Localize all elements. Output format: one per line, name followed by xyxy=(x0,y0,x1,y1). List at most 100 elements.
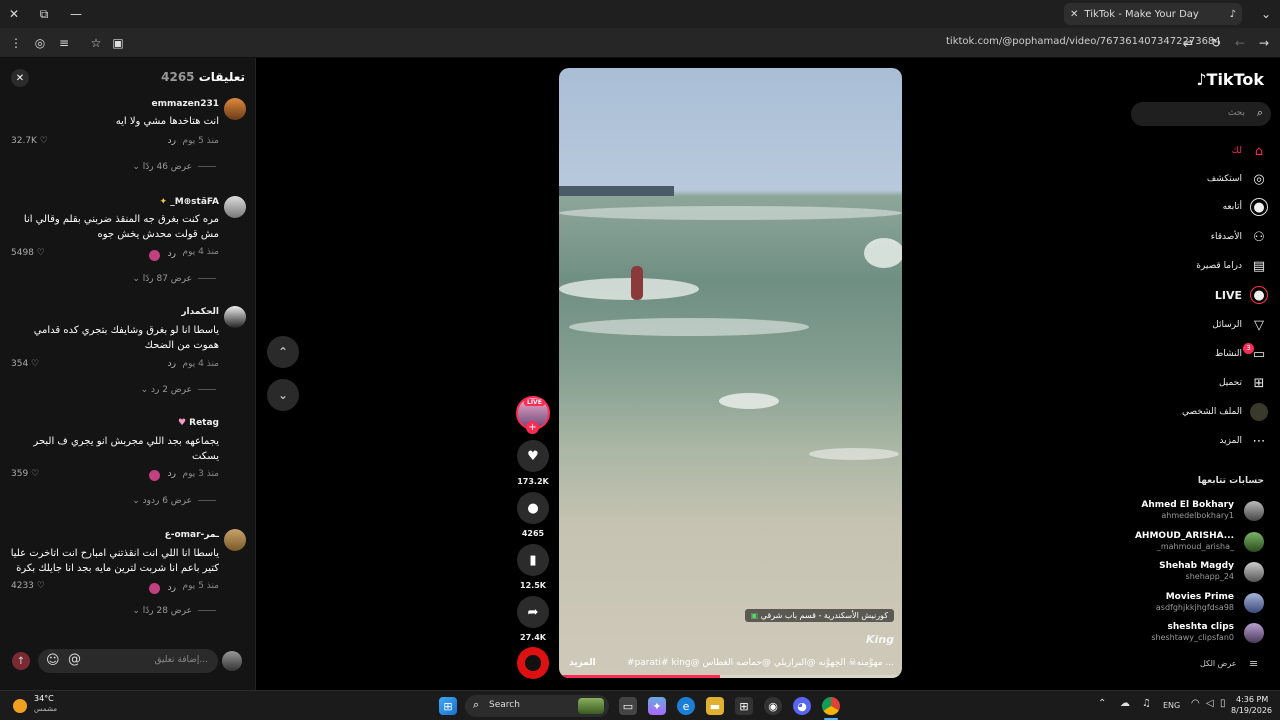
swimmer-figure xyxy=(631,266,643,300)
sidebar-item-more[interactable]: ⋯ المزيد xyxy=(1219,432,1268,450)
tray-chevron-icon[interactable]: ⌃ xyxy=(1098,698,1106,709)
microphone-icon[interactable]: ♫ xyxy=(1142,698,1151,709)
forward-icon[interactable]: ← xyxy=(1230,33,1250,53)
next-video-button[interactable]: ⌄ xyxy=(267,379,299,411)
reply-button[interactable]: رد xyxy=(168,469,176,479)
start-menu-icon[interactable]: ⊞ xyxy=(439,697,457,715)
location-tag[interactable]: ▣ كورنيش الأسكندرية - قسم باب شرقي xyxy=(744,609,894,622)
sidebar-item-upload[interactable]: ⊞ تحميل xyxy=(1219,374,1268,392)
comment-like-button[interactable]: 5498 ♡ xyxy=(11,248,45,258)
restore-window-icon[interactable]: ⧉ xyxy=(34,4,54,24)
back-icon[interactable]: → xyxy=(1254,33,1274,53)
menu-kebab-icon[interactable]: ⋮ xyxy=(6,33,26,53)
view-replies-link[interactable]: ⌄ عرض 46 ردًا xyxy=(132,162,216,172)
edge-browser-icon[interactable]: e xyxy=(677,697,695,715)
sidebar-item-explore[interactable]: ◎ استكشف xyxy=(1207,170,1268,188)
reply-button[interactable]: رد xyxy=(168,136,176,146)
discord-icon[interactable]: ◕ xyxy=(793,697,811,715)
comment-like-button[interactable]: 32.7K ♡ xyxy=(11,136,48,146)
bookmark-star-icon[interactable]: ☆ xyxy=(86,33,106,53)
video-progress-track[interactable] xyxy=(559,675,902,678)
reply-button[interactable]: رد xyxy=(168,249,176,259)
volume-icon[interactable]: ◁ xyxy=(1206,698,1214,709)
sidebar-item-activity[interactable]: ▭ النشاط xyxy=(1215,345,1268,363)
follow-plus-icon[interactable]: + xyxy=(526,421,539,434)
comment-like-button[interactable]: 4233 ♡ xyxy=(11,581,45,591)
copilot-icon[interactable]: ✦ xyxy=(648,697,666,715)
tab-close-icon[interactable]: ✕ xyxy=(1070,9,1078,20)
post-comment-button[interactable]: ↑ xyxy=(12,652,30,670)
tab-list-icon[interactable]: ⌄ xyxy=(1256,4,1276,24)
comment-avatar[interactable] xyxy=(224,98,246,120)
comment-username[interactable]: ✦ _M⊕stăFA xyxy=(160,197,220,207)
comment-like-button[interactable]: 354 ♡ xyxy=(11,359,39,369)
sound-disc-icon[interactable] xyxy=(517,647,549,679)
cloud-icon[interactable]: ☁ xyxy=(1120,698,1130,709)
browser-tab[interactable]: ✕ TikTok - Make Your Day ♪ xyxy=(1064,3,1242,25)
video-player[interactable]: ▣ كورنيش الأسكندرية - قسم باب شرقي King … xyxy=(559,68,902,678)
followed-account[interactable]: Shehab Magdy shehapp_24 xyxy=(1114,561,1264,585)
chrome-browser-icon[interactable] xyxy=(822,697,840,715)
view-replies-label: عرض 87 ردًا xyxy=(142,274,192,284)
tiktok-logo[interactable]: ♪TikTok xyxy=(1196,70,1264,89)
search-input[interactable]: ⌕ بحث xyxy=(1131,102,1271,126)
close-comments-icon[interactable]: ✕ xyxy=(11,69,29,87)
followed-account[interactable]: AHMOUD_ARISHA... _mahmoud_arisha_ xyxy=(1114,530,1264,554)
profile-icon[interactable]: ◎ xyxy=(30,33,50,53)
task-view-icon[interactable]: ▭ xyxy=(619,697,637,715)
clock-time[interactable]: 4:36 PM xyxy=(1236,695,1268,704)
previous-video-button[interactable]: ⌃ xyxy=(267,336,299,368)
list-icon[interactable]: ≡ xyxy=(1249,657,1258,670)
extension-icon[interactable]: ▣ xyxy=(108,33,128,53)
sidebar-item-profile[interactable]: الملف الشخصي xyxy=(1182,403,1268,421)
sidebar-item-messages[interactable]: ▽ الرسائل xyxy=(1212,316,1268,334)
sidebar-item-following[interactable]: ● أتابعه xyxy=(1223,198,1268,216)
battery-icon[interactable]: ▯ xyxy=(1220,698,1226,709)
sidebar-item-foryou[interactable]: ⌂ لك xyxy=(1232,142,1268,160)
like-button[interactable]: ♥ xyxy=(517,440,549,472)
save-button[interactable]: ▮ xyxy=(517,544,549,576)
followed-account[interactable]: Movies Prime asdfghjkkjhgfdsa98 xyxy=(1114,592,1264,616)
mention-icon[interactable]: @ xyxy=(68,652,81,667)
comment-user-emoji: ♥ xyxy=(177,418,190,428)
view-replies-link[interactable]: ⌄ عرض 28 ردًا xyxy=(132,606,216,616)
comment-username[interactable]: ♥ Retag xyxy=(178,418,219,428)
close-window-icon[interactable]: ✕ xyxy=(4,4,24,24)
sun-weather-icon[interactable] xyxy=(13,699,27,713)
reply-button[interactable]: رد xyxy=(168,359,176,369)
sidebar-item-live[interactable]: ● LIVE xyxy=(1215,286,1268,304)
view-replies-link[interactable]: ⌄ عرض 87 ردًا xyxy=(132,274,216,284)
taskbar-search[interactable]: ⌕ Search xyxy=(465,695,609,717)
emoji-icon[interactable]: ☺ xyxy=(46,653,60,668)
sidebar-item-friends[interactable]: ⚇ الأصدقاء xyxy=(1211,228,1268,246)
clock-date[interactable]: 8/19/2026 xyxy=(1231,706,1272,715)
see-all-link[interactable]: عرض الكل xyxy=(1200,659,1237,668)
comment-username[interactable]: emmazen231 xyxy=(152,99,219,109)
input-language[interactable]: ENG xyxy=(1163,701,1180,710)
comments-button[interactable]: ● xyxy=(517,492,549,524)
view-replies-link[interactable]: ⌄ عرض 2 رد xyxy=(141,385,216,395)
minimize-window-icon[interactable]: — xyxy=(66,4,86,24)
microsoft-store-icon[interactable]: ⊞ xyxy=(735,697,753,715)
reload-icon[interactable]: ↻ xyxy=(1206,33,1226,53)
sidebar-item-short-drama[interactable]: ▤ دراما قصيرة xyxy=(1196,257,1268,275)
caption-more-link[interactable]: المزيد xyxy=(569,658,596,668)
reading-list-icon[interactable]: ≡ xyxy=(54,33,74,53)
site-settings-icon[interactable]: ⇌ xyxy=(1178,33,1198,53)
reply-button[interactable]: رد xyxy=(168,583,176,593)
comment-avatar[interactable] xyxy=(224,306,246,328)
comment-avatar[interactable] xyxy=(224,196,246,218)
file-explorer-icon[interactable]: ▬ xyxy=(706,697,724,715)
followed-account[interactable]: Ahmed El Bokhary ahmedelbokhary1 xyxy=(1114,500,1264,524)
comment-username[interactable]: ع-omar-ـمر xyxy=(165,530,219,540)
search-icon[interactable]: ⌕ xyxy=(1257,106,1263,120)
comment-username[interactable]: الحكمدار xyxy=(181,307,219,317)
wifi-icon[interactable]: ◠ xyxy=(1191,698,1200,709)
comment-like-button[interactable]: 359 ♡ xyxy=(11,469,39,479)
github-icon[interactable]: ◉ xyxy=(764,697,782,715)
followed-account[interactable]: sheshta clips sheshtawy_clipsfan0 xyxy=(1114,622,1264,646)
comment-avatar[interactable] xyxy=(224,529,246,551)
view-replies-link[interactable]: ⌄ عرض 6 ردود xyxy=(132,496,216,506)
share-button[interactable]: ➦ xyxy=(517,596,549,628)
comment-input-box[interactable]: ☺ @ إضافة تعليق... xyxy=(38,649,218,673)
